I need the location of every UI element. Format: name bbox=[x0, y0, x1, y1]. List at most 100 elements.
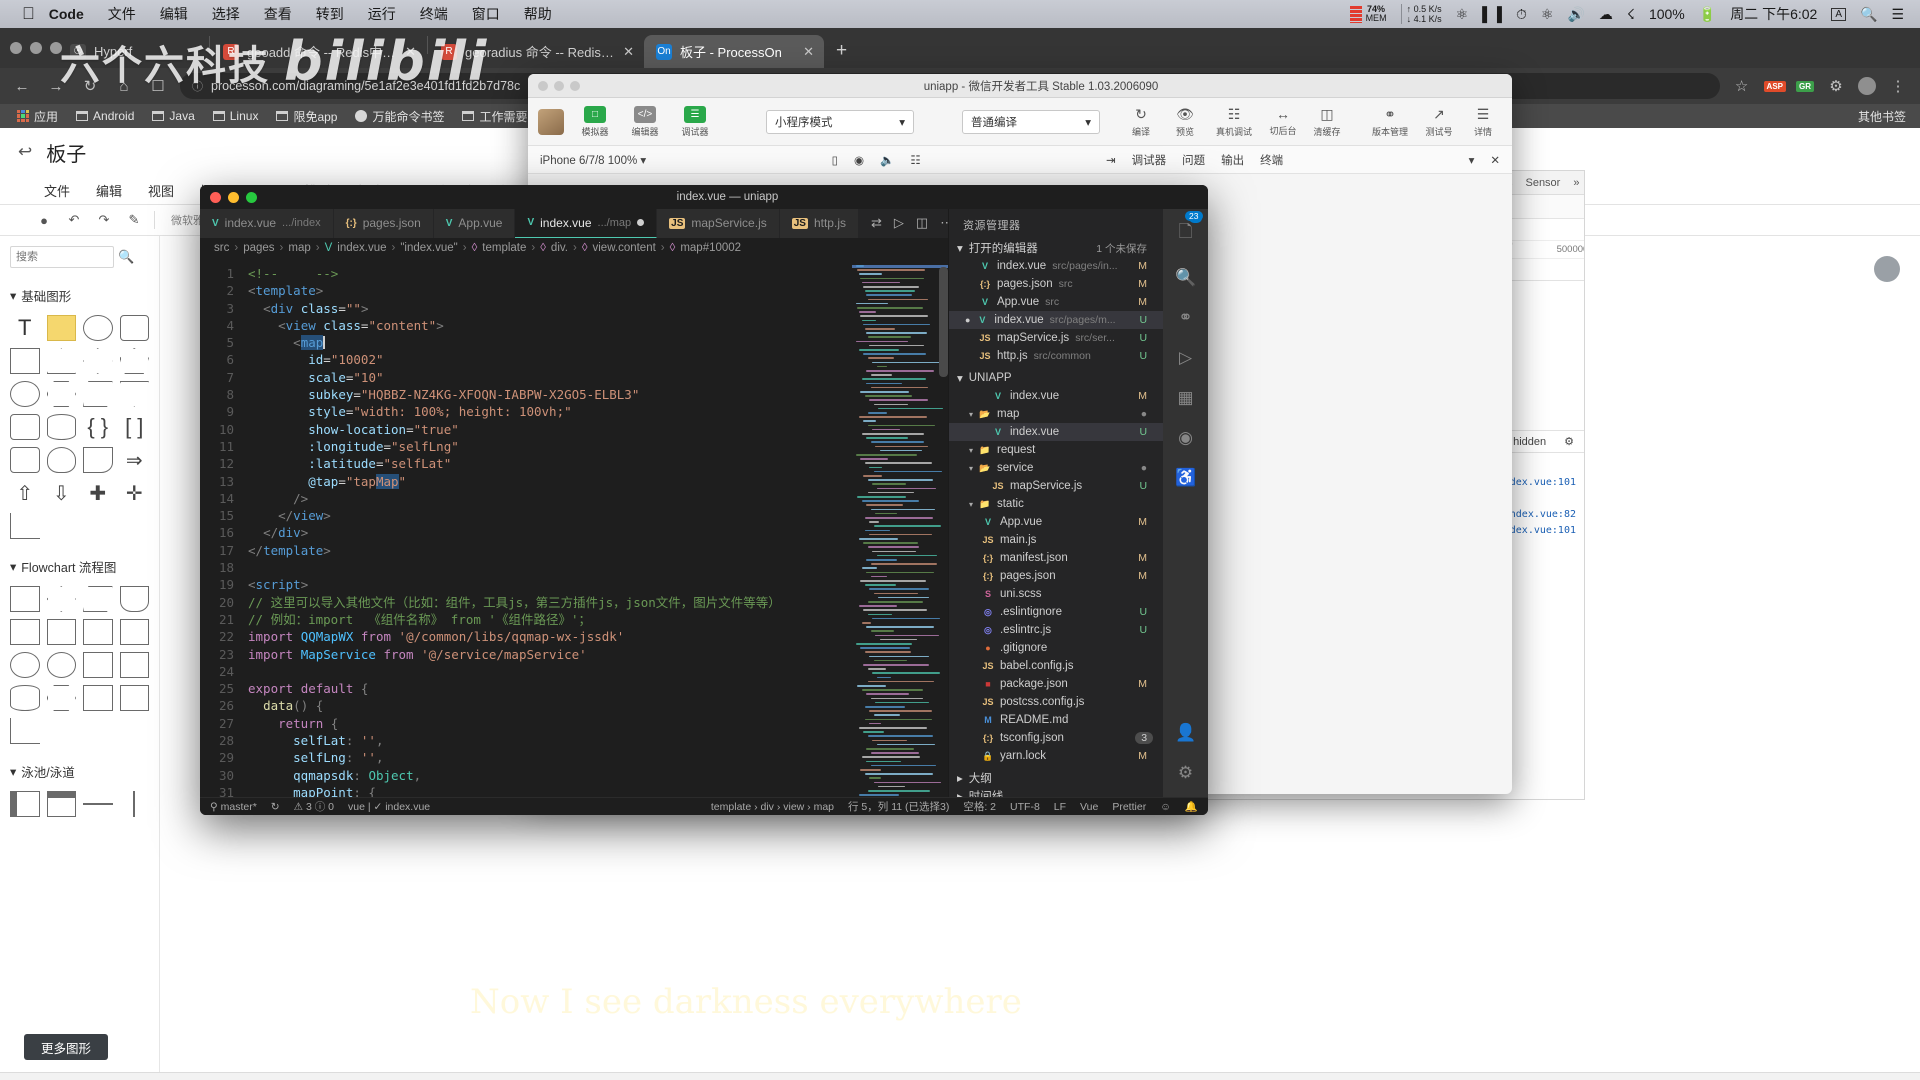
status-encoding[interactable]: UTF-8 bbox=[1010, 801, 1040, 813]
fc-shape-rect2[interactable] bbox=[10, 619, 40, 645]
code-line[interactable]: </template> bbox=[248, 542, 852, 559]
file-tree-item[interactable]: ◎.eslintignoreU bbox=[949, 603, 1163, 621]
crumb-map[interactable]: map bbox=[288, 242, 310, 254]
bookmark-java[interactable]: Java bbox=[143, 109, 203, 123]
code-editor[interactable]: 1234567891011121314151617181920212223242… bbox=[200, 259, 948, 797]
code-line[interactable]: <div class=""> bbox=[248, 300, 852, 317]
search-icon[interactable]: 🔍 bbox=[118, 249, 134, 265]
undo-icon[interactable]: ↶ bbox=[64, 212, 84, 228]
clock[interactable]: 周二 下午6:02 bbox=[1730, 4, 1817, 24]
shape-cylinder[interactable] bbox=[47, 414, 77, 440]
asp-extension-icon[interactable]: ASP bbox=[1764, 81, 1786, 92]
maximize-window-button[interactable] bbox=[246, 192, 257, 203]
outline-section[interactable]: ▸ 大纲 bbox=[949, 769, 1163, 787]
wifi-icon[interactable]: ☁ bbox=[1599, 6, 1613, 23]
editor-tab-app-vue[interactable]: V App.vue bbox=[434, 209, 516, 238]
open-editor-item[interactable]: VApp.vuesrcM bbox=[949, 293, 1163, 311]
crumb-src[interactable]: src bbox=[214, 242, 229, 254]
menu-item-terminal[interactable]: 终端 bbox=[420, 4, 448, 24]
status-problems[interactable]: ⚠ 3 ⓘ 0 bbox=[294, 799, 334, 814]
collapse-panel-icon[interactable]: ▾ bbox=[1469, 153, 1475, 167]
other-bookmarks[interactable]: 其他书签 bbox=[1852, 108, 1912, 125]
po-menu-view[interactable]: 视图 bbox=[148, 181, 174, 200]
close-window-button[interactable] bbox=[210, 192, 221, 203]
extension-icon[interactable]: ☐ bbox=[146, 77, 170, 95]
bell-icon[interactable]: 🔔 bbox=[1185, 800, 1198, 813]
status-language-mode[interactable]: Vue bbox=[1080, 801, 1098, 813]
forward-icon[interactable]: → bbox=[44, 78, 68, 95]
site-info-icon[interactable]: ⓘ bbox=[192, 78, 203, 94]
shape-bracket[interactable] bbox=[10, 513, 40, 539]
sound-icon[interactable]: 🔈 bbox=[880, 153, 894, 167]
shape-diamond[interactable] bbox=[83, 348, 113, 374]
file-tree-item[interactable]: JSpostcss.config.js bbox=[949, 693, 1163, 711]
file-tree-item[interactable]: JSmapService.jsU bbox=[949, 477, 1163, 495]
code-line[interactable]: export default { bbox=[248, 680, 852, 697]
code-line[interactable]: show-location="true" bbox=[248, 421, 852, 438]
shape-note[interactable] bbox=[47, 315, 77, 341]
editor-scrollbar[interactable] bbox=[939, 267, 948, 377]
editor-tab-mapservice-js[interactable]: JS mapService.js bbox=[657, 209, 780, 238]
window-controls[interactable] bbox=[210, 192, 257, 203]
close-panel-icon[interactable]: ✕ bbox=[1490, 153, 1500, 167]
debugger-button[interactable]: ☰ 调试器 bbox=[676, 105, 714, 139]
file-tree-item[interactable]: {:}tsconfig.json3 bbox=[949, 729, 1163, 747]
shield-icon[interactable]: ⚛ bbox=[1541, 6, 1554, 23]
bookmark-free-app[interactable]: 限免app bbox=[267, 108, 346, 125]
section-flowchart[interactable]: ▾ Flowchart 流程图 bbox=[0, 549, 159, 582]
editor-tab-index-vue-pages[interactable]: V index.vue .../index bbox=[200, 209, 334, 238]
code-line[interactable]: // 这里可以导入其他文件（比如：组件，工具js，第三方插件js，json文件，… bbox=[248, 594, 852, 611]
open-editor-item[interactable]: Vindex.vuesrc/pages/in...M bbox=[949, 257, 1163, 275]
more-shapes-button[interactable]: 更多图形 bbox=[24, 1034, 108, 1060]
pool-line-horizontal[interactable] bbox=[83, 803, 113, 805]
spotlight-search-icon[interactable]: 🔍 bbox=[1860, 6, 1877, 23]
po-menu-file[interactable]: 文件 bbox=[44, 181, 70, 200]
file-tree-item[interactable]: ▾📂map● bbox=[949, 405, 1163, 423]
record-icon[interactable]: ◉ bbox=[854, 153, 864, 167]
bookmark-linux[interactable]: Linux bbox=[204, 109, 268, 123]
device-select[interactable]: iPhone 6/7/8 100% ▾ bbox=[540, 153, 646, 167]
user-avatar[interactable] bbox=[1874, 256, 1900, 282]
status-cursor-position[interactable]: 行 5，列 11 (已选择3) bbox=[848, 799, 949, 814]
open-editors-header[interactable]: ▾ 打开的编辑器 1 个未保存 bbox=[949, 239, 1163, 257]
pool-line-vertical[interactable] bbox=[133, 791, 135, 817]
code-line[interactable]: <template> bbox=[248, 282, 852, 299]
pool-shape-1[interactable] bbox=[10, 791, 40, 817]
code-line[interactable]: </view> bbox=[248, 507, 852, 524]
menu-item-code[interactable]: Code bbox=[49, 6, 84, 22]
version-manage-action[interactable]: ⚭版本管理 bbox=[1366, 105, 1414, 139]
po-menu-edit[interactable]: 编辑 bbox=[96, 181, 122, 200]
code-line[interactable]: :longitude="selfLng" bbox=[248, 438, 852, 455]
shape-triangle[interactable] bbox=[47, 348, 77, 374]
close-window-button[interactable] bbox=[538, 81, 548, 91]
chrome-window-controls[interactable] bbox=[10, 42, 62, 54]
open-editor-item[interactable]: {:}pages.jsonsrcM bbox=[949, 275, 1163, 293]
console-settings-icon[interactable]: ⚙ bbox=[1564, 435, 1574, 448]
code-line[interactable]: data() { bbox=[248, 697, 852, 714]
browser-tab-georadius[interactable]: R georadius 命令 -- Redis中国用户组 ✕ bbox=[429, 35, 644, 68]
window-controls[interactable] bbox=[538, 81, 580, 91]
code-line[interactable]: <view class="content"> bbox=[248, 317, 852, 334]
menu-item-view[interactable]: 查看 bbox=[264, 4, 292, 24]
code-line[interactable]: mapPoint: { bbox=[248, 784, 852, 797]
bookmark-commands[interactable]: 万能命令书签 bbox=[346, 108, 453, 125]
fc-shape-bracket[interactable] bbox=[10, 718, 40, 744]
chevron-down-icon[interactable]: ▾ bbox=[969, 500, 973, 509]
timeline-section[interactable]: ▸ 时间线 bbox=[949, 787, 1163, 797]
crumb-template[interactable]: template bbox=[482, 242, 526, 254]
panel-dock-icon[interactable]: ⇥ bbox=[1106, 153, 1116, 167]
panel-tab-problems[interactable]: 问题 bbox=[1182, 152, 1205, 168]
status-eol[interactable]: LF bbox=[1054, 801, 1066, 813]
format-painter-icon[interactable]: ✎ bbox=[124, 212, 144, 228]
shape-circle[interactable] bbox=[83, 315, 113, 341]
fc-shape-rect4[interactable] bbox=[83, 619, 113, 645]
shape-parallelogram[interactable] bbox=[83, 381, 113, 407]
chevron-down-icon[interactable]: ▾ bbox=[969, 446, 973, 455]
crumb-div[interactable]: div. bbox=[551, 242, 568, 254]
shape-plus[interactable]: ✚ bbox=[83, 480, 113, 506]
code-line[interactable]: </div> bbox=[248, 524, 852, 541]
code-line[interactable]: /> bbox=[248, 490, 852, 507]
browser-tab-processon[interactable]: On 板子 - ProcessOn ✕ bbox=[644, 35, 824, 68]
settings-gear-icon[interactable]: ⚙ bbox=[1178, 763, 1193, 783]
clear-cache-action[interactable]: ◫清缓存 bbox=[1308, 105, 1346, 139]
